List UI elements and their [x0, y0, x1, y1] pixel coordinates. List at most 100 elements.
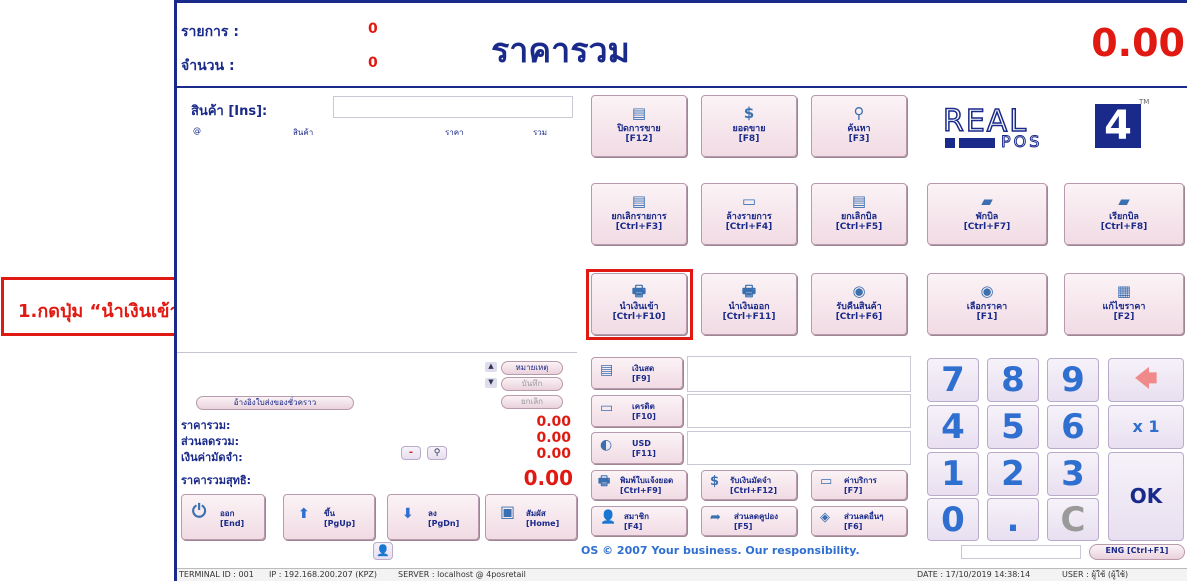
backspace-icon[interactable]: 🡄: [1108, 358, 1184, 402]
key-6[interactable]: 6: [1047, 405, 1099, 449]
sales-button[interactable]: $ ยอดขาย [F8]: [701, 95, 797, 157]
clear-key[interactable]: C: [1047, 498, 1099, 541]
language-button[interactable]: ENG [Ctrl+F1]: [1089, 544, 1185, 560]
scroll-up-icon[interactable]: ▲: [485, 362, 497, 372]
key-dot[interactable]: .: [987, 498, 1039, 541]
folder-open-icon: ▰: [1118, 192, 1130, 210]
scroll-down-icon[interactable]: ▼: [485, 378, 497, 388]
cancel-bill-button[interactable]: ▤ ยกเลิกบิล [Ctrl+F5]: [811, 183, 907, 245]
touch-button[interactable]: ▣ สัมผัส [Home]: [485, 494, 577, 540]
print-balance-key: [Ctrl+F9]: [620, 486, 662, 495]
product-label: สินค้า [Ins]:: [191, 104, 268, 119]
card-icon: ▭: [600, 400, 614, 416]
credit-amount-field[interactable]: [687, 394, 911, 428]
member-label: สมาชิก: [624, 512, 649, 521]
real-pos-logo: REAL POS 4 TM: [939, 98, 1149, 154]
col-sum: รวม: [533, 128, 548, 137]
marquee-text: OS © 2007 Your business. Our responsibil…: [581, 544, 860, 557]
key-3[interactable]: 3: [1047, 452, 1099, 496]
header-bar: รายการ : 0 จำนวน : 0 ราคารวม 0.00: [177, 0, 1187, 88]
touch-key: [Home]: [526, 519, 560, 528]
cancel-note-button[interactable]: ยกเลิก: [501, 395, 563, 409]
annotation-label: 1.กดปุ่ม “นำเงินเข้า”: [18, 301, 192, 322]
print-balance-button[interactable]: 🖶 พิมพ์ใบแจ้งยอด [Ctrl+F9]: [591, 470, 687, 500]
clear-items-label: ล้างรายการ: [726, 212, 772, 222]
service-icon: ▭: [820, 474, 833, 489]
receive-deposit-button[interactable]: $ รับเงินมัดจำ [Ctrl+F12]: [701, 470, 797, 500]
down-key: [PgDn]: [428, 519, 460, 528]
ok-button[interactable]: OK: [1108, 452, 1184, 541]
return-button[interactable]: ◉ รับคืนสินค้า [Ctrl+F6]: [811, 273, 907, 335]
key-4[interactable]: 4: [927, 405, 979, 449]
status-server: SERVER : localhost @ 4posretail: [398, 570, 526, 579]
logo-four: 4: [1095, 104, 1141, 148]
print-balance-label: พิมพ์ใบแจ้งยอด: [620, 476, 674, 485]
coupon-discount-label: ส่วนลดคูปอง: [734, 512, 779, 521]
multiply-button[interactable]: x 1: [1108, 405, 1184, 449]
service-fee-button[interactable]: ▭ ค่าบริการ [F7]: [811, 470, 907, 500]
usd-amount-field[interactable]: [687, 431, 911, 465]
clear-items-button[interactable]: ▭ ล้างรายการ [Ctrl+F4]: [701, 183, 797, 245]
deposit-minus-button[interactable]: -: [401, 446, 421, 460]
grand-total: 0.00: [1091, 21, 1185, 65]
key-8[interactable]: 8: [987, 358, 1039, 402]
select-price-button[interactable]: ◉ เลือกราคา [F1]: [927, 273, 1047, 335]
return-icon: ◉: [852, 282, 866, 300]
col-product: สินค้า: [293, 128, 314, 137]
touch-icon: ▣: [500, 502, 516, 521]
save-note-button[interactable]: บันทึก: [501, 377, 563, 391]
credit-button[interactable]: ▭ เครดิต [F10]: [591, 395, 683, 427]
product-input[interactable]: [333, 96, 573, 118]
cancel-bill-label: ยกเลิกบิล: [841, 212, 877, 222]
status-date: DATE : 17/10/2019 14:38:14: [917, 570, 1031, 579]
hold-bill-button[interactable]: ▰ พักบิล [Ctrl+F7]: [927, 183, 1047, 245]
receive-deposit-key: [Ctrl+F12]: [730, 486, 777, 495]
qty-value: 0: [368, 55, 378, 71]
key-5[interactable]: 5: [987, 405, 1039, 449]
recall-bill-button[interactable]: ▰ เรียกบิล [Ctrl+F8]: [1064, 183, 1184, 245]
summary-net-label: ราคารวมสุทธิ:: [181, 474, 252, 487]
cancel-item-button[interactable]: ▤ ยกเลิกรายการ [Ctrl+F3]: [591, 183, 687, 245]
search-button[interactable]: ⚲ ค้นหา [F3]: [811, 95, 907, 157]
usd-button[interactable]: ◐ USD [F11]: [591, 432, 683, 464]
message-field: [961, 545, 1081, 559]
cash-out-key: [Ctrl+F11]: [722, 312, 776, 322]
key-9[interactable]: 9: [1047, 358, 1099, 402]
key-1[interactable]: 1: [927, 452, 979, 496]
deposit-search-icon[interactable]: ⚲: [427, 446, 447, 460]
down-label: ลง: [428, 509, 437, 518]
divider-product: [177, 352, 577, 353]
search-label: ค้นหา: [847, 124, 871, 134]
ref-temp-delivery-button[interactable]: อ้างอิงใบส่งของชั่วคราว: [196, 396, 354, 410]
user-avatar-icon[interactable]: 👤: [373, 542, 393, 560]
printer-icon: 🖶: [741, 282, 757, 300]
close-sale-button[interactable]: ▤ ปิดการขาย [F12]: [591, 95, 687, 157]
key-7[interactable]: 7: [927, 358, 979, 402]
page-up-button[interactable]: ⬆ ขึ้น [PgUp]: [283, 494, 375, 540]
other-discount-button[interactable]: ◈ ส่วนลดอื่นๆ [F6]: [811, 506, 907, 536]
cash-amount-field[interactable]: [687, 356, 911, 392]
edit-price-button[interactable]: ▦ แก้ไขราคา [F2]: [1064, 273, 1184, 335]
clear-items-key: [Ctrl+F4]: [725, 222, 773, 232]
status-user: USER : ผู้ใช้ (ผู้ใช้): [1062, 570, 1129, 579]
member-button[interactable]: 👤 สมาชิก [F4]: [591, 506, 687, 536]
service-fee-key: [F7]: [844, 486, 863, 495]
coupon-icon: ➦: [710, 510, 721, 525]
items-value: 0: [368, 21, 378, 37]
key-0[interactable]: 0: [927, 498, 979, 541]
clear-icon: ▭: [741, 192, 757, 210]
cash-icon: ▤: [600, 362, 614, 378]
cash-out-button[interactable]: 🖶 นำเงินออก [Ctrl+F11]: [701, 273, 797, 335]
coupon-discount-button[interactable]: ➦ ส่วนลดคูปอง [F5]: [701, 506, 797, 536]
page-down-button[interactable]: ⬇ ลง [PgDn]: [387, 494, 479, 540]
note-button[interactable]: หมายเหตุ: [501, 361, 563, 375]
sales-key: [F8]: [738, 134, 760, 144]
recall-bill-label: เรียกบิล: [1109, 212, 1139, 222]
cash-button[interactable]: ▤ เงินสด [F9]: [591, 357, 683, 389]
key-2[interactable]: 2: [987, 452, 1039, 496]
discount-icon: ◈: [820, 510, 830, 525]
exit-button[interactable]: ⏻ ออก [End]: [181, 494, 265, 540]
edit-price-label: แก้ไขราคา: [1102, 302, 1146, 312]
document-icon: ▤: [631, 104, 647, 122]
touch-label: สัมผัส: [526, 509, 546, 518]
